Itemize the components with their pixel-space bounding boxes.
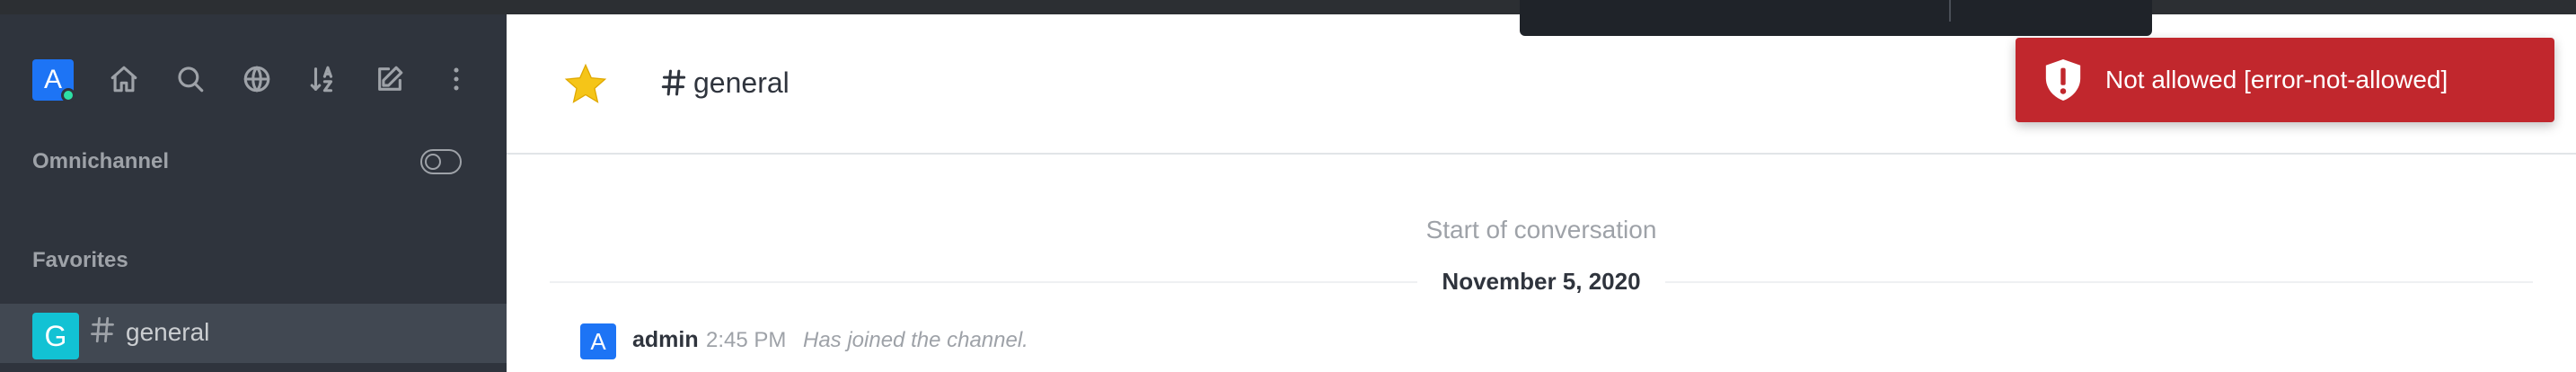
sidebar-item-label: general — [126, 318, 210, 346]
online-status-indicator — [61, 88, 75, 102]
message-text: Has joined the channel. — [803, 328, 1028, 352]
start-of-conversation: Start of conversation — [1425, 216, 1657, 244]
favorites-label: Favorites — [32, 248, 128, 272]
message-timestamp: 2:45 PM — [706, 328, 787, 352]
toggle-knob — [425, 154, 441, 170]
shield-alert-icon — [2042, 58, 2084, 102]
hashtag-icon — [90, 316, 117, 347]
sidebar-item-general[interactable]: G general — [0, 304, 507, 363]
avatar[interactable]: A — [580, 323, 616, 359]
sidebar-top-strip — [0, 0, 507, 14]
error-toast[interactable]: Not allowed [error-not-allowed] — [2016, 38, 2554, 122]
sort-icon[interactable] — [305, 61, 341, 97]
app-root: A Omnichannel Favorites G general genera… — [0, 0, 2576, 372]
page-title: general — [693, 66, 790, 99]
home-icon[interactable] — [106, 61, 142, 97]
kebab-menu-icon[interactable] — [438, 61, 474, 97]
message-username[interactable]: admin — [632, 327, 699, 353]
omnichannel-toggle[interactable] — [420, 149, 462, 174]
hashtag-icon — [661, 68, 688, 99]
star-icon[interactable] — [562, 61, 609, 108]
date-divider: November 5, 2020 — [1442, 268, 1641, 295]
directory-icon[interactable] — [239, 61, 275, 97]
create-new-icon[interactable] — [372, 61, 408, 97]
divider — [550, 281, 1417, 283]
divider — [1665, 281, 2533, 283]
popup-partial — [1520, 0, 2152, 36]
sidebar: A Omnichannel Favorites G general — [0, 0, 507, 372]
omnichannel-label: Omnichannel — [32, 149, 170, 173]
toast-message: Not allowed [error-not-allowed] — [2105, 66, 2448, 93]
search-icon[interactable] — [172, 61, 208, 97]
divider — [1949, 0, 1951, 22]
room-avatar: G — [32, 313, 79, 359]
